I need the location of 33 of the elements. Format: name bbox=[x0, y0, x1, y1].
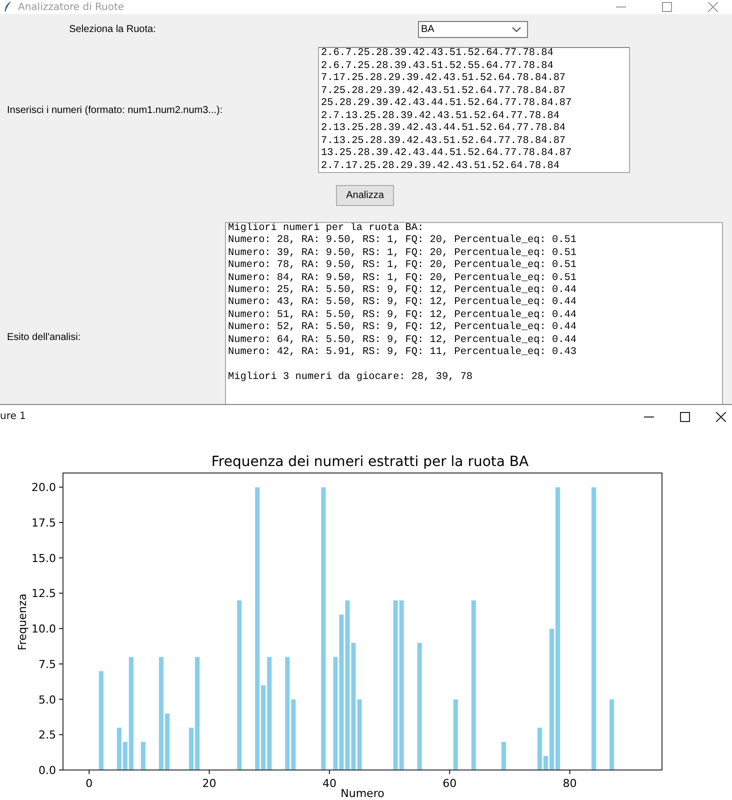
y-tick-label: 20.0 bbox=[32, 481, 56, 494]
chevron-down-icon bbox=[512, 26, 521, 32]
y-tick-label: 0.0 bbox=[38, 764, 56, 777]
window-title: ure 1 bbox=[0, 411, 26, 422]
y-axis-label: Frequenza bbox=[16, 594, 29, 650]
y-tick-label: 12.5 bbox=[32, 587, 56, 600]
y-tick-label: 15.0 bbox=[32, 552, 56, 565]
x-tick-label: 60 bbox=[442, 777, 457, 790]
frequency-bar bbox=[501, 742, 506, 770]
y-tick-label: 2.5 bbox=[38, 728, 56, 742]
frequency-bar bbox=[609, 699, 614, 770]
analyze-button[interactable]: Analizza bbox=[336, 184, 394, 206]
x-tick-label: 40 bbox=[322, 777, 336, 790]
wheel-select[interactable]: BA bbox=[418, 20, 528, 38]
chart-title: Frequenza dei numeri estratti per la ruota BA bbox=[211, 454, 529, 470]
maximize-icon[interactable] bbox=[680, 412, 690, 422]
numbers-text-area[interactable]: 2.6.7.25.28.39.42.43.51.52.64.77.78.84 2.6.7.25.28.39.43.51.52.55.64.77.78.84 7.17.25.28.29.39.42.43.51.52.64.78.84.87 7.25.28.29.39.42.43.51.52.64.77.78.84.87 25.28.29.39.42.43.44.51.52.64.77.78.84.87 2.7.13.25.28.39.42.43.51.52.64.77.78.84 2.13.25.28.39.42.43.44.51.52.64.77.78.84 7.13.25.28.39.42.43.51.52.64.77.78.84.87 13.25.28.39.42.43.44.51.52.64.77.78.84.87 2.7.17.25.28.29.39.42.43.51.52.64.78.84 bbox=[318, 47, 630, 173]
window-title: Analizzatore di Ruote bbox=[18, 2, 124, 12]
y-tick-label: 7.5 bbox=[38, 658, 56, 671]
y-tick-label: 5.0 bbox=[38, 693, 56, 706]
frequency-bar bbox=[140, 742, 146, 770]
wheel-label: Seleziona la Ruota: bbox=[69, 24, 156, 34]
result-label: Esito dell'analisi: bbox=[7, 332, 81, 343]
y-tick-label: 17.5 bbox=[32, 516, 56, 530]
numbers-label: Inserisci i numeri (formato: num1.num2.num3...): bbox=[7, 104, 223, 116]
x-tick-label: 80 bbox=[562, 777, 577, 790]
y-tick-label: 10.0 bbox=[32, 622, 56, 636]
frequency-bar bbox=[453, 699, 458, 770]
x-axis-label: Numero bbox=[340, 787, 384, 800]
x-tick-label: 20 bbox=[202, 777, 216, 790]
close-icon[interactable] bbox=[716, 412, 726, 422]
x-tick-label: 0 bbox=[86, 777, 93, 790]
feather-icon bbox=[4, 1, 12, 13]
